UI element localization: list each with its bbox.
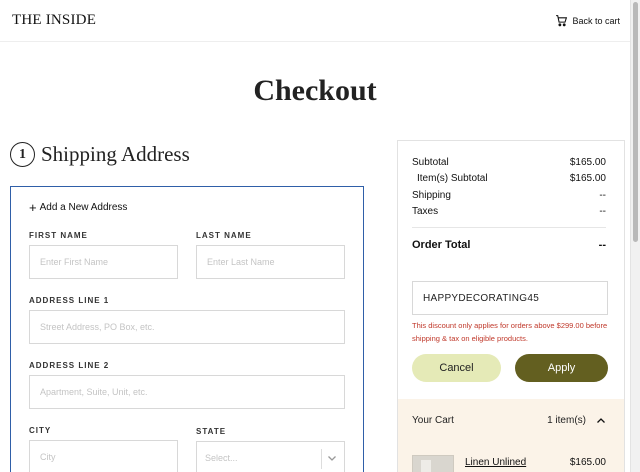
first-name-label: FIRST NAME (29, 231, 88, 240)
address-line2-label: ADDRESS LINE 2 (29, 361, 110, 370)
cart-header-toggle[interactable]: Your Cart 1 item(s) (412, 415, 606, 426)
select-divider (321, 449, 322, 469)
chevron-up-icon (597, 417, 605, 423)
summary-divider (412, 227, 606, 228)
shipping-address-form: + Add a New Address FIRST NAME LAST NAME… (10, 186, 364, 472)
apply-promo-button[interactable]: Apply (515, 354, 608, 382)
last-name-label: LAST NAME (196, 231, 252, 240)
city-label: CITY (29, 426, 52, 435)
cart-title: Your Cart (412, 415, 454, 426)
shipping-step-heading: 1 Shipping Address (10, 142, 190, 167)
items-subtotal-row: Item(s) Subtotal $165.00 (412, 173, 606, 184)
shipping-row: Shipping -- (412, 190, 606, 201)
order-total-value: -- (598, 239, 606, 251)
last-name-input[interactable] (196, 245, 345, 279)
subtotal-row: Subtotal $165.00 (412, 157, 606, 168)
page-scrollbar[interactable] (630, 0, 640, 472)
items-subtotal-label: Item(s) Subtotal (417, 173, 488, 184)
order-total-row: Order Total -- (412, 239, 606, 251)
add-new-address-button[interactable]: + Add a New Address (29, 199, 128, 215)
city-input[interactable] (29, 440, 178, 472)
subtotal-value: $165.00 (569, 157, 606, 168)
address-line1-label: ADDRESS LINE 1 (29, 296, 110, 305)
subtotal-label: Subtotal (412, 157, 449, 168)
page-title: Checkout (253, 74, 377, 107)
your-cart-section: Your Cart 1 item(s) Linen Unlined $165.0… (398, 399, 624, 472)
shipping-address-title: Shipping Address (41, 142, 190, 166)
brand-logo[interactable]: THE INSIDE (12, 12, 96, 29)
add-new-address-label: Add a New Address (39, 202, 128, 213)
shipping-value: -- (599, 190, 606, 201)
address-line1-input[interactable] (29, 310, 345, 344)
scrollbar-thumb[interactable] (633, 2, 638, 242)
cancel-promo-button[interactable]: Cancel (412, 354, 501, 382)
promo-error-message: This discount only applies for orders ab… (412, 321, 608, 343)
taxes-label: Taxes (412, 206, 439, 217)
state-label: STATE (196, 427, 227, 436)
cart-icon (556, 15, 568, 27)
back-to-cart-label: Back to cart (572, 15, 620, 26)
state-select[interactable]: Select... (196, 441, 345, 472)
state-select-value: Select... (205, 453, 238, 463)
product-thumbnail[interactable] (412, 455, 454, 472)
plus-icon: + (29, 199, 37, 215)
order-total-label: Order Total (412, 239, 471, 251)
address-line2-input[interactable] (29, 375, 345, 409)
taxes-row: Taxes -- (412, 206, 606, 217)
first-name-input[interactable] (29, 245, 178, 279)
step-number-badge: 1 (10, 142, 35, 167)
cart-item-name-link[interactable]: Linen Unlined (465, 457, 526, 468)
order-summary-panel: Subtotal $165.00 Item(s) Subtotal $165.0… (397, 140, 625, 472)
shipping-label: Shipping (412, 190, 451, 201)
items-subtotal-value: $165.00 (569, 173, 606, 184)
cart-item-count: 1 item(s) (547, 415, 586, 426)
promo-code-input[interactable] (412, 281, 608, 315)
chevron-down-icon (328, 456, 336, 461)
cart-item-price: $165.00 (569, 457, 606, 468)
top-header: THE INSIDE Back to cart (0, 0, 630, 42)
taxes-value: -- (599, 206, 606, 217)
back-to-cart-link[interactable]: Back to cart (555, 14, 620, 27)
